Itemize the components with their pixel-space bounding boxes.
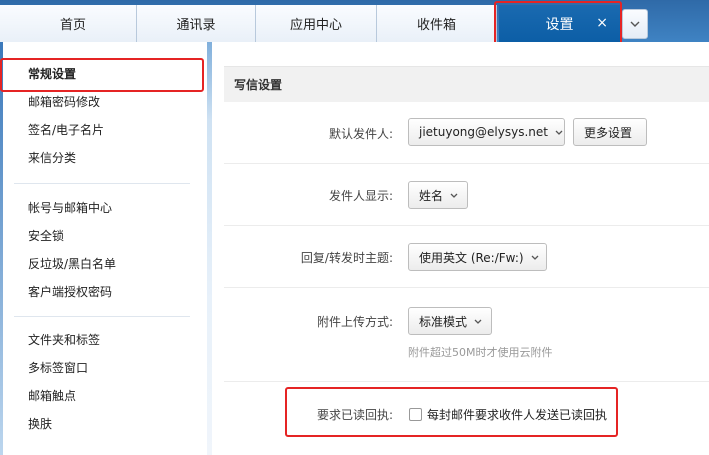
row-reply-subject: 回复/转发时主题: 使用英文 (Re:/Fw:) xyxy=(224,226,709,288)
more-settings-label: 更多设置 xyxy=(584,125,633,140)
sidebar-divider xyxy=(14,316,190,317)
sidebar-item-signature[interactable]: 签名/电子名片 xyxy=(0,116,207,144)
sidebar-item-password[interactable]: 邮箱密码修改 xyxy=(0,88,207,116)
row-read-receipt: 要求已读回执: 每封邮件要求收件人发送已读回执 xyxy=(224,382,709,444)
chevron-down-icon xyxy=(474,319,482,324)
sidebar-item-mail-filter[interactable]: 来信分类 xyxy=(0,144,207,172)
read-receipt-label: 要求已读回执: xyxy=(316,408,393,422)
default-sender-select[interactable]: jietuyong@elysys.net xyxy=(408,118,565,146)
tab-home[interactable]: 首页 xyxy=(0,5,137,42)
tab-label: 首页 xyxy=(59,18,86,33)
read-receipt-checkbox[interactable] xyxy=(409,408,422,421)
tab-label: 设置 xyxy=(545,16,574,33)
sidebar-item-antispam[interactable]: 反垃圾/黑白名单 xyxy=(0,250,207,278)
tab-more-button[interactable] xyxy=(622,9,648,39)
sidebar-item-touchpoint[interactable]: 邮箱触点 xyxy=(0,382,207,410)
sender-display-value: 姓名 xyxy=(419,188,444,203)
sidebar-group-misc: 文件夹和标签 多标签窗口 邮箱触点 换肤 xyxy=(0,326,207,438)
tab-inbox[interactable]: 收件箱 xyxy=(377,5,497,42)
sender-display-select[interactable]: 姓名 xyxy=(408,181,468,209)
chevron-down-icon xyxy=(555,130,563,135)
more-settings-button[interactable]: 更多设置 xyxy=(573,118,647,146)
tab-settings[interactable]: 设置 × xyxy=(499,5,620,42)
row-sender-display: 发件人显示: 姓名 xyxy=(224,164,709,226)
sidebar-item-account-center[interactable]: 帐号与邮箱中心 xyxy=(0,194,207,222)
chevron-down-icon xyxy=(630,21,640,27)
tab-label: 应用中心 xyxy=(289,18,342,33)
default-sender-label: 默认发件人: xyxy=(328,127,393,141)
read-receipt-checkbox-label[interactable]: 每封邮件要求收件人发送已读回执 xyxy=(427,406,607,423)
sidebar-item-folders-tags[interactable]: 文件夹和标签 xyxy=(0,326,207,354)
upload-mode-select[interactable]: 标准模式 xyxy=(408,307,492,335)
settings-sidebar: 常规设置 邮箱密码修改 签名/电子名片 来信分类 帐号与邮箱中心 安全锁 反垃圾… xyxy=(0,42,207,455)
sidebar-item-skin[interactable]: 换肤 xyxy=(0,410,207,438)
chevron-down-icon xyxy=(450,193,458,198)
row-upload-mode: 附件上传方式: 标准模式 附件超过50M时才使用云附件 xyxy=(224,288,709,382)
top-tab-bar: 首页 通讯录 应用中心 收件箱 设置 × xyxy=(0,0,709,42)
sidebar-group-account: 帐号与邮箱中心 安全锁 反垃圾/黑白名单 客户端授权密码 xyxy=(0,194,207,306)
reply-subject-value: 使用英文 (Re:/Fw:) xyxy=(419,250,524,265)
sidebar-item-general-settings[interactable]: 常规设置 xyxy=(0,60,207,88)
section-title: 写信设置 xyxy=(224,66,709,102)
sender-display-label: 发件人显示: xyxy=(328,189,393,203)
tab-app-center[interactable]: 应用中心 xyxy=(256,5,377,42)
upload-mode-value: 标准模式 xyxy=(419,314,468,329)
sidebar-item-security-lock[interactable]: 安全锁 xyxy=(0,222,207,250)
close-icon[interactable]: × xyxy=(596,15,608,31)
tab-list: 首页 通讯录 应用中心 收件箱 设置 × xyxy=(0,5,648,42)
sidebar-group-general: 常规设置 邮箱密码修改 签名/电子名片 来信分类 xyxy=(0,60,207,172)
upload-mode-hint: 附件超过50M时才使用云附件 xyxy=(408,346,553,359)
upload-mode-label: 附件上传方式: xyxy=(316,315,393,329)
default-sender-value: jietuyong@elysys.net xyxy=(419,125,548,139)
settings-main-panel: 写信设置 默认发件人: jietuyong@elysys.net 更多设置 发件… xyxy=(212,42,709,455)
tab-contacts[interactable]: 通讯录 xyxy=(137,5,256,42)
row-default-sender: 默认发件人: jietuyong@elysys.net 更多设置 xyxy=(224,102,709,164)
reply-subject-select[interactable]: 使用英文 (Re:/Fw:) xyxy=(408,243,547,271)
sidebar-item-multi-tab[interactable]: 多标签窗口 xyxy=(0,354,207,382)
sidebar-divider xyxy=(14,183,190,184)
chevron-down-icon xyxy=(531,255,539,260)
reply-subject-label: 回复/转发时主题: xyxy=(300,251,393,265)
tab-label: 收件箱 xyxy=(416,18,456,33)
tab-label: 通讯录 xyxy=(176,18,216,33)
sidebar-item-client-password[interactable]: 客户端授权密码 xyxy=(0,278,207,306)
